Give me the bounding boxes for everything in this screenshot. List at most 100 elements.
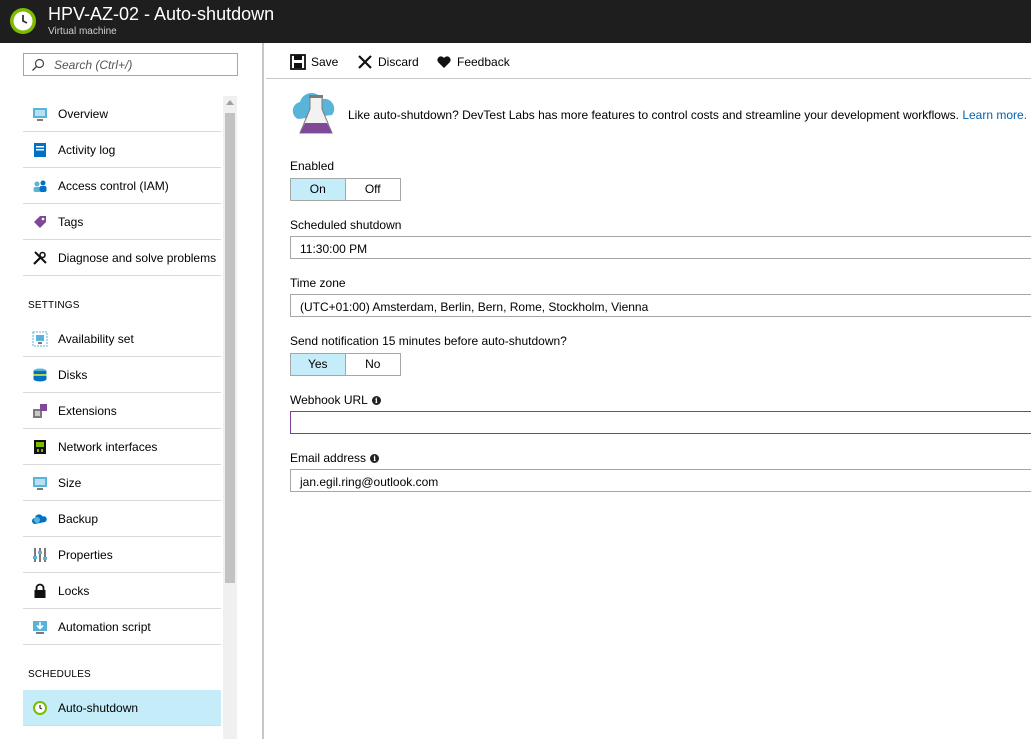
webhook-url-label: Webhook URL i	[290, 393, 381, 407]
sidebar-item-label: Tags	[58, 215, 84, 229]
close-icon	[358, 55, 372, 69]
send-notification-label: Send notification 15 minutes before auto…	[290, 334, 567, 348]
time-zone-value: (UTC+01:00) Amsterdam, Berlin, Bern, Rom…	[300, 300, 649, 314]
section-settings: SETTINGS	[23, 276, 221, 321]
sidebar-item-label: Overview	[58, 107, 109, 121]
overview-icon	[33, 108, 47, 121]
info-icon[interactable]: i	[371, 396, 381, 405]
sidebar-item-label: Availability set	[58, 332, 134, 346]
enabled-label: Enabled	[290, 159, 335, 173]
search-icon	[32, 58, 45, 71]
scroll-up-arrow-icon[interactable]	[226, 100, 234, 105]
webhook-url-label-text: Webhook URL	[290, 393, 368, 407]
sidebar-item-label: Backup	[58, 512, 99, 526]
sidebar-item-label: Activity log	[58, 143, 116, 157]
learn-more-link[interactable]: Learn more.	[962, 108, 1027, 122]
sidebar-item-access-control[interactable]: Access control (IAM)	[23, 168, 221, 204]
sidebar-item-label: Auto-shutdown	[58, 701, 139, 715]
sidebar-scrollbar[interactable]	[223, 96, 237, 739]
sidebar-item-network-interfaces[interactable]: Network interfaces	[23, 429, 221, 465]
sidebar: Overview Activity log Access control (IA…	[0, 43, 264, 739]
clock-icon	[33, 701, 47, 715]
save-icon	[290, 54, 306, 70]
blade-header: HPV-AZ-02 - Auto-shutdown Virtual machin…	[0, 0, 1031, 43]
sidebar-item-label: Diagnose and solve problems	[58, 251, 217, 265]
sidebar-item-extensions[interactable]: Extensions	[23, 393, 221, 429]
feedback-button[interactable]: Feedback	[436, 53, 511, 71]
scheduled-shutdown-label: Scheduled shutdown	[290, 218, 402, 232]
sidebar-item-availability-set[interactable]: Availability set	[23, 321, 221, 357]
sidebar-item-label: Locks	[58, 584, 90, 598]
scheduled-shutdown-value: 11:30:00 PM	[300, 242, 368, 256]
sidebar-item-label: Properties	[58, 548, 113, 562]
webhook-url-input[interactable]	[290, 411, 1031, 434]
activity-log-icon	[34, 143, 46, 157]
devtest-labs-flask-icon	[292, 93, 335, 134]
clock-icon	[10, 8, 36, 34]
wrench-icon	[33, 251, 47, 265]
sidebar-item-activity-log[interactable]: Activity log	[23, 132, 221, 168]
save-button[interactable]: Save	[290, 53, 340, 71]
availability-set-icon	[32, 331, 48, 347]
time-zone-select[interactable]: (UTC+01:00) Amsterdam, Berlin, Bern, Rom…	[290, 294, 1031, 317]
sidebar-item-label: Extensions	[58, 404, 117, 418]
page-subtitle: Virtual machine	[48, 26, 117, 37]
cloud-backup-icon	[32, 514, 47, 524]
sidebar-item-diagnose[interactable]: Diagnose and solve problems	[23, 240, 221, 276]
sidebar-item-automation-script[interactable]: Automation script	[23, 609, 221, 645]
sidebar-item-disks[interactable]: Disks	[23, 357, 221, 393]
section-schedules: SCHEDULES	[23, 645, 221, 690]
email-address-value: jan.egil.ring@outlook.com	[300, 475, 439, 489]
email-address-label: Email address i	[290, 451, 380, 465]
promo-message: Like auto-shutdown? DevTest Labs has mor…	[348, 108, 959, 122]
sidebar-nav: Overview Activity log Access control (IA…	[23, 96, 221, 726]
page-title: HPV-AZ-02 - Auto-shutdown	[48, 4, 275, 24]
send-notification-toggle: Yes No	[290, 353, 401, 376]
enabled-on-option[interactable]: On	[291, 179, 346, 200]
enabled-toggle: On Off	[290, 178, 401, 201]
lock-icon	[34, 583, 46, 598]
info-icon[interactable]: i	[370, 454, 380, 463]
scheduled-shutdown-input[interactable]: 11:30:00 PM	[290, 236, 1031, 259]
sidebar-item-auto-shutdown[interactable]: Auto-shutdown	[23, 690, 221, 726]
network-interface-icon	[34, 440, 46, 454]
sidebar-item-locks[interactable]: Locks	[23, 573, 221, 609]
feedback-label: Feedback	[457, 55, 510, 69]
sidebar-item-label: Access control (IAM)	[58, 179, 169, 193]
sidebar-item-size[interactable]: Size	[23, 465, 221, 501]
heart-icon	[437, 56, 451, 68]
section-label: SETTINGS	[28, 300, 80, 311]
save-label: Save	[311, 55, 339, 69]
sidebar-item-label: Automation script	[58, 620, 151, 634]
enabled-off-option[interactable]: Off	[346, 179, 401, 200]
disk-icon	[33, 368, 47, 382]
notification-yes-option[interactable]: Yes	[291, 354, 346, 375]
tag-icon	[34, 216, 46, 228]
sidebar-item-properties[interactable]: Properties	[23, 537, 221, 573]
command-bar: Save Discard Feedback	[266, 43, 1031, 79]
scrollbar-thumb[interactable]	[225, 113, 235, 583]
email-address-label-text: Email address	[290, 451, 367, 465]
sidebar-item-tags[interactable]: Tags	[23, 204, 221, 240]
search-input[interactable]	[54, 56, 234, 73]
monitor-icon	[33, 477, 47, 490]
access-control-icon	[33, 180, 47, 192]
sidebar-item-label: Disks	[58, 368, 88, 382]
email-address-input[interactable]: jan.egil.ring@outlook.com	[290, 469, 1031, 492]
search-box[interactable]	[23, 53, 238, 76]
devtest-labs-promo: Like auto-shutdown? DevTest Labs has mor…	[290, 87, 1030, 139]
main-content: Save Discard Feedback Like auto-shutdown…	[266, 43, 1031, 739]
sidebar-item-label: Network interfaces	[58, 440, 158, 454]
properties-icon	[33, 548, 47, 562]
time-zone-label: Time zone	[290, 276, 346, 290]
sidebar-item-backup[interactable]: Backup	[23, 501, 221, 537]
discard-button[interactable]: Discard	[357, 53, 419, 71]
extensions-icon	[33, 404, 47, 418]
notification-no-option[interactable]: No	[346, 354, 401, 375]
sidebar-item-label: Size	[58, 476, 82, 490]
sidebar-item-overview[interactable]: Overview	[23, 96, 221, 132]
download-icon	[33, 621, 47, 634]
discard-label: Discard	[378, 55, 419, 69]
promo-text: Like auto-shutdown? DevTest Labs has mor…	[348, 108, 1027, 122]
section-label: SCHEDULES	[28, 669, 91, 680]
